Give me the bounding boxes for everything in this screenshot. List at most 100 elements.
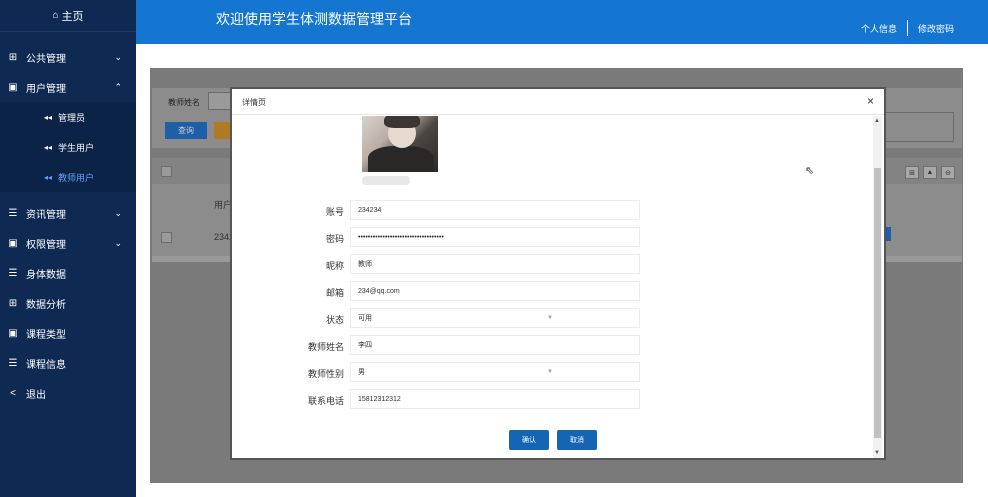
sidebar-home[interactable]: ⌂ 主页 [0,0,136,32]
sidebar-item-label: 数据分析 [26,299,66,311]
sidebar-item-logout[interactable]: < 退出 [0,378,136,408]
sidebar-item-analysis[interactable]: ⊞ 数据分析 [0,288,136,318]
confirm-button[interactable]: 确认 [509,430,549,450]
detail-modal: 详情页 × 账号 234234 密码 •••••••••••••••••••••… [230,87,886,460]
gender-select[interactable]: 男 ▼ [350,362,640,382]
grid-icon: ⊞ [8,297,18,309]
cancel-button[interactable]: 取消 [557,430,597,450]
status-select-value: 可用 [358,315,372,322]
doc-icon: ▣ [8,327,18,339]
export-icon: ▲ [923,166,937,179]
change-password-link[interactable]: 修改密码 [918,22,954,35]
sidebar-item-label: 退出 [26,389,46,401]
account-field[interactable]: 234234 [350,200,640,220]
sidebar-subitem-label: 教师用户 [58,172,95,183]
sidebar-item-permissions[interactable]: ▣ 权限管理 ⌄ [0,228,136,258]
sidebar-subitem-students[interactable]: ◂◂ 学生用户 [0,132,136,162]
home-icon: ⌂ [52,10,59,21]
gender-select-value: 男 [358,369,365,376]
sidebar-subitem-label: 学生用户 [58,142,95,153]
sidebar-item-course-type[interactable]: ▣ 课程类型 [0,318,136,348]
avatar-image [362,116,438,172]
chevron-down-icon: ⌄ [114,207,122,218]
form-row-account: 账号 234234 [232,200,876,220]
chevron-up-icon: ⌃ [114,81,122,92]
form-row-status: 状态 可用 ▼ [232,308,876,328]
search-input [208,92,232,110]
form-row-teacher-name: 教师姓名 李四 [232,335,876,355]
field-label: 教师性别 [307,369,344,379]
field-label: 教师姓名 [307,342,344,352]
submenu-icon: ◂◂ [44,112,53,122]
sidebar-item-news[interactable]: ☰ 资讯管理 ⌄ [0,198,136,228]
modal-title: 详情页 [242,98,266,107]
header: 欢迎使用学生体测数据管理平台 个人信息 修改密码 [136,0,988,44]
nickname-field[interactable]: 教师 [350,254,640,274]
header-links: 个人信息 修改密码 [861,20,954,36]
close-icon[interactable]: × [867,94,874,108]
sidebar-item-label: 课程类型 [26,329,66,341]
modal-body: 账号 234234 密码 •••••••••••••••••••••••••••… [232,116,876,458]
list-icon: ☰ [8,267,18,279]
sidebar-item-label: 权限管理 [26,239,66,251]
form-row-nickname: 昵称 教师 [232,254,876,274]
field-label: 昵称 [325,261,344,271]
print-icon: ⊖ [941,166,955,179]
phone-field[interactable]: 15812312312 [350,389,640,409]
filter-icon: ⊞ [905,166,919,179]
chevron-down-icon: ⌄ [114,237,122,248]
sidebar-subitem-label: 管理员 [58,112,86,123]
password-field[interactable]: ••••••••••••••••••••••••••••••••••• [350,227,640,247]
header-divider [906,20,908,36]
doc-icon: ▣ [8,81,18,93]
list-icon: ☰ [8,207,18,219]
sidebar-item-body-data[interactable]: ☰ 身体数据 [0,258,136,288]
sidebar-item-users[interactable]: ▣ 用户管理 ⌃ [0,72,136,102]
toolbar-box [874,112,954,142]
email-field[interactable]: 234@qq.com [350,281,640,301]
teacher-name-field[interactable]: 李四 [350,335,640,355]
chevron-down-icon: ⌄ [114,51,122,62]
sidebar-item-label: 公共管理 [26,53,66,65]
form-row-email: 邮箱 234@qq.com [232,281,876,301]
field-label: 状态 [325,315,344,325]
form-row-phone: 联系电话 15812312312 [232,389,876,409]
field-label: 联系电话 [307,396,344,406]
field-label: 账号 [325,207,344,217]
sidebar-item-label: 资讯管理 [26,209,66,221]
submenu-icon: ◂◂ [44,172,53,182]
modal-scrollbar[interactable]: ▲ ▼ [873,116,882,458]
sidebar-subitem-teachers[interactable]: ◂◂ 教师用户 [0,162,136,192]
sidebar-item-label: 用户管理 [26,83,66,95]
sidebar-subitem-admin[interactable]: ◂◂ 管理员 [0,102,136,132]
search-label: 教师姓名 [168,98,200,107]
grid-icon: ⊞ [8,51,18,63]
mouse-cursor-icon: ⇖ [805,165,815,177]
form-row-password: 密码 ••••••••••••••••••••••••••••••••••• [232,227,876,247]
query-button: 查询 [165,122,207,139]
sidebar-item-course-info[interactable]: ☰ 课程信息 [0,348,136,378]
list-icon: ☰ [8,357,18,369]
share-icon: < [10,387,16,399]
sidebar-item-label: 身体数据 [26,269,66,281]
field-label: 邮箱 [325,288,344,298]
form-row-gender: 教师性别 男 ▼ [232,362,876,382]
status-select[interactable]: 可用 ▼ [350,308,640,328]
field-label: 密码 [325,234,344,244]
header-checkbox [161,166,172,177]
sidebar: ⌂ 主页 ⊞ 公共管理 ⌄ ▣ 用户管理 ⌃ ◂◂ 管理员 ◂◂ 学生用户 ◂◂… [0,0,136,497]
modal-header: 详情页 × [232,89,884,115]
profile-link[interactable]: 个人信息 [861,22,897,35]
page-title: 欢迎使用学生体测数据管理平台 [216,11,412,27]
sidebar-item-label: 课程信息 [26,359,66,371]
submenu-icon: ◂◂ [44,142,53,152]
chevron-down-icon: ▼ [547,369,553,375]
sidebar-home-label: 主页 [61,10,84,23]
chevron-down-icon: ▼ [547,315,553,321]
scroll-down-icon[interactable]: ▼ [874,450,880,456]
upload-avatar-button[interactable] [362,176,410,185]
row-checkbox [161,232,172,243]
sidebar-item-public[interactable]: ⊞ 公共管理 ⌄ [0,42,136,72]
scroll-thumb[interactable] [874,168,881,438]
scroll-up-icon[interactable]: ▲ [874,118,880,124]
